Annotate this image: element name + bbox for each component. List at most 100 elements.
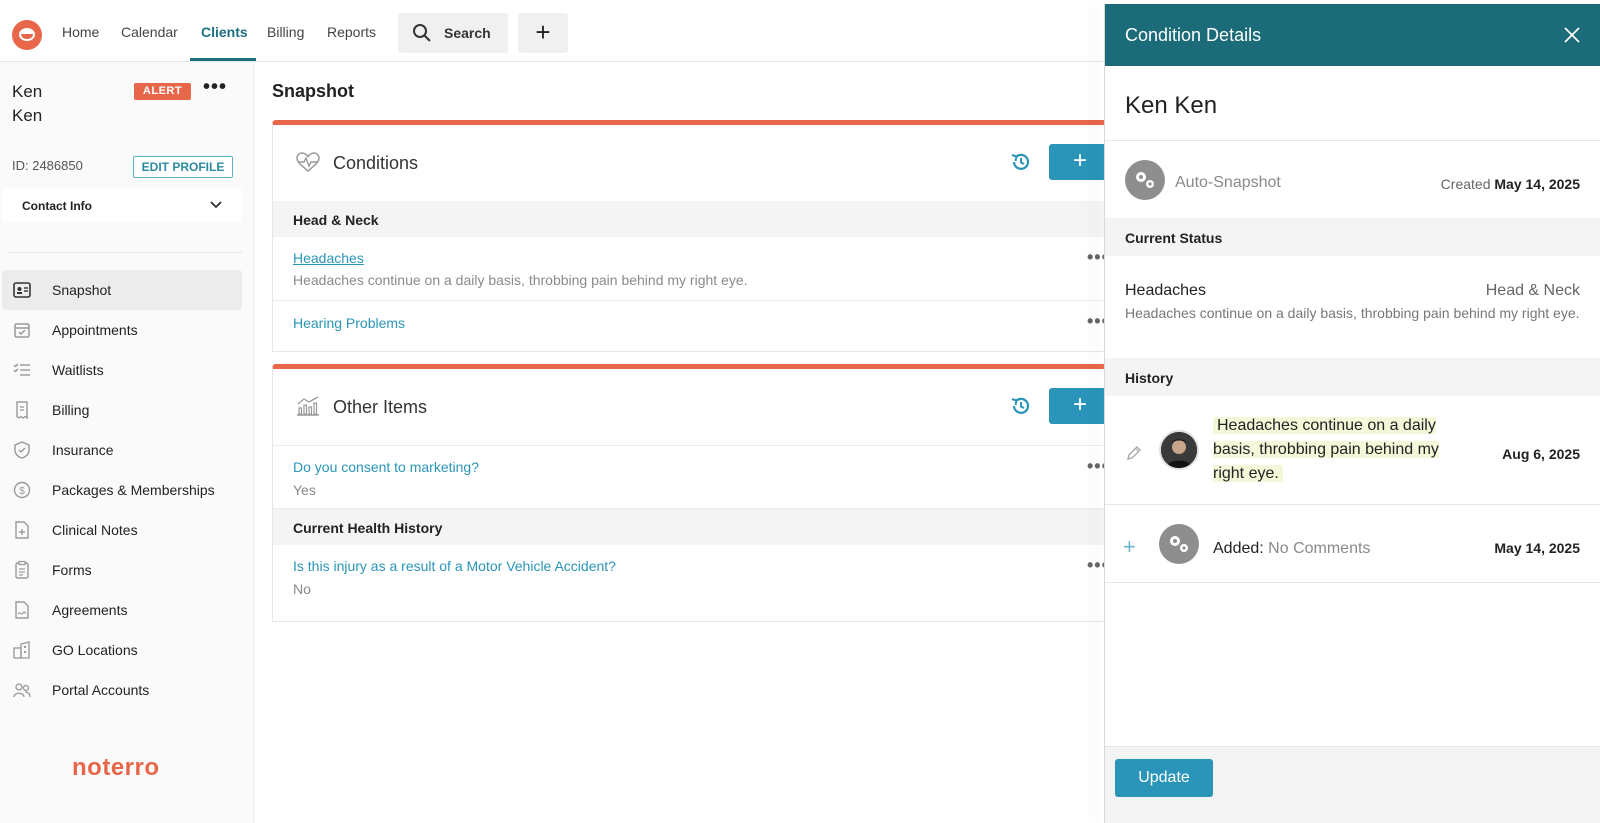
sidebar-item-label: Billing (52, 402, 90, 418)
sidebar-item-label: Waitlists (52, 362, 104, 378)
section-label: Current Health History (293, 520, 443, 536)
added-label: Added: (1213, 540, 1264, 557)
created-label: Created (1440, 176, 1491, 192)
section-label: Head & Neck (293, 212, 379, 228)
sidebar-item-label: Packages & Memberships (52, 482, 215, 498)
sidebar-item-appointments[interactable]: Appointments (2, 310, 242, 350)
sidebar-item-waitlists[interactable]: Waitlists (2, 350, 242, 390)
history-entry-date: Aug 6, 2025 (1502, 446, 1580, 462)
section-label: History (1125, 370, 1174, 386)
panel-header: Condition Details (1105, 4, 1600, 66)
sidebar-item-agreements[interactable]: Agreements (2, 590, 242, 630)
divider (1105, 582, 1600, 583)
client-first-name: Ken (12, 82, 43, 101)
section-label: Current Status (1125, 230, 1223, 246)
document-signed-icon (15, 601, 29, 619)
client-more-menu[interactable]: ••• (203, 76, 227, 99)
user-avatar (1159, 430, 1199, 470)
divider (1105, 504, 1600, 505)
sidebar-item-forms[interactable]: Forms (2, 550, 242, 590)
svg-text:$: $ (19, 486, 25, 497)
condition-link-headaches[interactable]: Headaches (293, 250, 364, 266)
other-item-value: Yes (293, 482, 316, 498)
panel-client-name: Ken Ken (1125, 92, 1218, 119)
conditions-card-header: Conditions + (273, 125, 1111, 201)
conditions-title: Conditions (333, 153, 419, 173)
sidebar-item-label: GO Locations (52, 642, 138, 658)
noterro-brand-logo: noterro (72, 754, 160, 781)
add-other-item-button[interactable]: + (1049, 388, 1111, 424)
added-comment: No Comments (1268, 540, 1371, 557)
client-sidebar: Ken Ken ALERT ••• ID: 2486850 EDIT PROFI… (0, 62, 254, 823)
nav-home[interactable]: Home (62, 24, 99, 40)
sidebar-item-clinical-notes[interactable]: Clinical Notes (2, 510, 242, 550)
nav-calendar[interactable]: Calendar (121, 24, 178, 40)
auto-snapshot-avatar (1125, 160, 1165, 200)
nav-billing[interactable]: Billing (267, 24, 304, 40)
close-icon[interactable] (1561, 24, 1583, 46)
user-photo-icon (1161, 432, 1197, 468)
nav-clients[interactable]: Clients (201, 24, 248, 40)
other-items-card-header: Other Items + (273, 369, 1111, 445)
section-current-health-history: Current Health History (273, 509, 1107, 545)
noterro-logo-icon[interactable] (12, 20, 42, 50)
history-icon[interactable] (1009, 150, 1033, 174)
created-date: May 14, 2025 (1494, 176, 1580, 192)
plus-icon: + (1123, 534, 1136, 559)
sidebar-item-label: Appointments (52, 322, 138, 338)
other-item-value: No (293, 581, 311, 597)
client-id: ID: 2486850 (12, 158, 83, 173)
shield-check-icon (14, 441, 30, 459)
sidebar-item-label: Clinical Notes (52, 522, 138, 538)
condition-description: Headaches continue on a daily basis, thr… (1125, 305, 1580, 321)
snapshot-source: Auto-Snapshot (1175, 174, 1281, 191)
condition-details-panel: Condition Details Ken Ken Auto-Snapshot … (1104, 4, 1600, 823)
system-avatar (1159, 524, 1199, 564)
contact-info-label: Contact Info (22, 199, 92, 213)
add-condition-button[interactable]: + (1049, 144, 1111, 180)
sidebar-item-insurance[interactable]: Insurance (2, 430, 242, 470)
panel-shadow (1100, 4, 1101, 823)
edit-profile-button[interactable]: EDIT PROFILE (133, 156, 233, 178)
update-button[interactable]: Update (1115, 759, 1213, 797)
sidebar-item-label: Forms (52, 562, 92, 578)
users-icon (13, 683, 31, 698)
panel-footer: Update (1105, 746, 1600, 823)
sidebar-item-snapshot[interactable]: Snapshot (2, 270, 242, 310)
quick-add-button[interactable]: + (518, 13, 568, 53)
alert-badge[interactable]: ALERT (134, 83, 191, 100)
sidebar-item-label: Portal Accounts (52, 682, 150, 698)
dollar-coin-icon: $ (13, 481, 31, 499)
sidebar-divider (8, 252, 242, 253)
client-name: Ken Ken (12, 80, 72, 128)
contact-info-dropdown[interactable]: Contact Info (2, 188, 242, 222)
gears-icon (1170, 536, 1188, 552)
condition-row: Headaches Headaches continue on a daily … (273, 237, 1108, 301)
page-title: Snapshot (272, 81, 355, 101)
history-section: History (1105, 358, 1600, 396)
other-item-link-mva[interactable]: Is this injury as a result of a Motor Ve… (293, 558, 616, 574)
history-icon[interactable] (1009, 394, 1033, 418)
buildings-icon (13, 641, 30, 659)
search-icon (413, 24, 431, 42)
search-button[interactable]: Search (398, 13, 508, 53)
nav-reports[interactable]: Reports (327, 24, 376, 40)
sidebar-item-billing[interactable]: Billing (2, 390, 242, 430)
condition-row: Hearing Problems ••• (273, 301, 1108, 345)
gears-icon (1136, 172, 1154, 188)
sidebar-item-packages[interactable]: $ Packages & Memberships (2, 470, 242, 510)
chevron-down-icon (210, 201, 222, 209)
sidebar-item-label: Insurance (52, 442, 114, 458)
created-info: Created May 14, 2025 (1441, 176, 1580, 192)
pencil-icon (1127, 446, 1141, 460)
condition-link-hearing-problems[interactable]: Hearing Problems (293, 315, 405, 331)
sidebar-item-go-locations[interactable]: GO Locations (2, 630, 242, 670)
calendar-check-icon (14, 323, 30, 338)
panel-title: Condition Details (1125, 25, 1262, 45)
sidebar-item-portal-accounts[interactable]: Portal Accounts (2, 670, 242, 710)
other-item-link-marketing[interactable]: Do you consent to marketing? (293, 459, 479, 475)
current-status-section: Current Status (1105, 218, 1600, 256)
sidebar-item-label: Agreements (52, 602, 128, 618)
heartbeat-icon (296, 152, 320, 172)
chart-trend-icon (297, 396, 319, 416)
